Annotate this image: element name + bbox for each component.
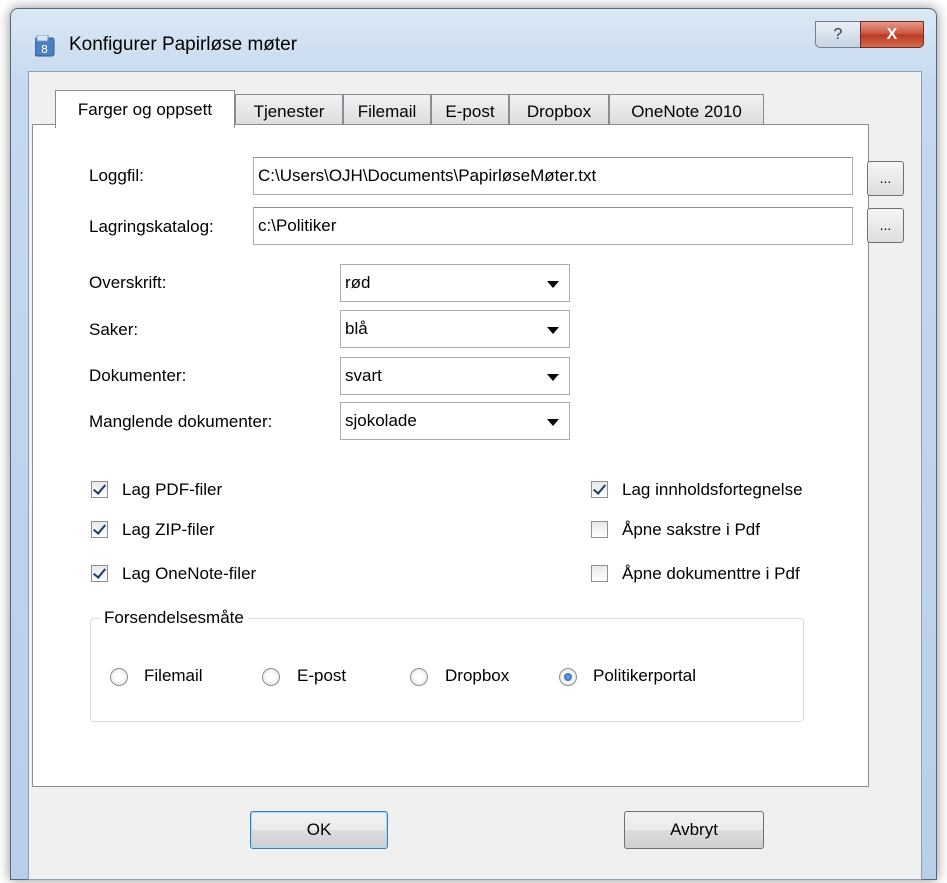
tab-dropbox[interactable]: Dropbox bbox=[509, 94, 609, 128]
missing-docs-color-select[interactable]: sjokolade bbox=[340, 402, 570, 440]
shipping-label-dropbox: Dropbox bbox=[445, 666, 510, 685]
open-case-tree-label: Åpne sakstre i Pdf bbox=[622, 520, 760, 539]
shipping-radio-politikerportal[interactable] bbox=[559, 668, 577, 686]
title-bar[interactable]: 8 Konfigurer Papirløse møter ? X bbox=[11, 9, 936, 71]
shipping-label-politikerportal: Politikerportal bbox=[593, 666, 696, 685]
storage-input[interactable]: c:\Politiker bbox=[253, 207, 853, 245]
heading-color-value: rød bbox=[345, 273, 371, 292]
documents-color-select[interactable]: svart bbox=[340, 357, 570, 395]
open-doc-tree-checkbox[interactable] bbox=[591, 565, 608, 582]
storage-browse-button[interactable]: ... bbox=[867, 208, 904, 243]
tab-tjenester[interactable]: Tjenester bbox=[235, 94, 343, 128]
toc-checkbox[interactable] bbox=[591, 481, 608, 498]
logfile-input[interactable]: C:\Users\OJH\Documents\PapirløseMøter.tx… bbox=[253, 157, 853, 195]
chevron-down-icon bbox=[547, 374, 559, 381]
open-doc-tree-label: Åpne dokumenttre i Pdf bbox=[622, 564, 800, 583]
zip-files-label: Lag ZIP-filer bbox=[122, 520, 215, 539]
shipping-radio-filemail[interactable] bbox=[110, 668, 128, 686]
cancel-button[interactable]: Avbryt bbox=[624, 811, 764, 849]
zip-files-checkbox[interactable] bbox=[91, 521, 108, 538]
storage-label: Lagringskatalog: bbox=[89, 217, 214, 236]
app-icon: 8 bbox=[35, 35, 55, 57]
onenote-files-label: Lag OneNote-filer bbox=[122, 564, 257, 583]
ok-button[interactable]: OK bbox=[250, 811, 388, 849]
svg-text:8: 8 bbox=[41, 43, 48, 56]
heading-color-select[interactable]: rød bbox=[340, 264, 570, 302]
tab-filemail[interactable]: Filemail bbox=[343, 94, 431, 128]
shipping-label-e-post: E-post bbox=[297, 666, 347, 685]
missing-docs-color-label: Manglende dokumenter: bbox=[89, 412, 273, 431]
tab-farger-og-oppsett[interactable]: Farger og oppsett bbox=[55, 90, 235, 128]
documents-color-label: Dokumenter: bbox=[89, 366, 187, 385]
tab-onenote-2010[interactable]: OneNote 2010 bbox=[609, 94, 764, 128]
shipping-label-filemail: Filemail bbox=[144, 666, 203, 685]
missing-docs-color-value: sjokolade bbox=[345, 411, 417, 430]
close-button[interactable]: X bbox=[860, 21, 924, 48]
logfile-label: Loggfil: bbox=[89, 166, 144, 185]
logfile-browse-button[interactable]: ... bbox=[867, 161, 904, 196]
shipping-radio-e-post[interactable] bbox=[262, 668, 280, 686]
chevron-down-icon bbox=[547, 419, 559, 426]
shipping-radio-dropbox[interactable] bbox=[410, 668, 428, 686]
pdf-files-label: Lag PDF-filer bbox=[122, 480, 223, 499]
window-title: Konfigurer Papirløse møter bbox=[69, 34, 298, 55]
help-button[interactable]: ? bbox=[815, 21, 861, 48]
cases-color-value: blå bbox=[345, 319, 368, 338]
toc-label: Lag innholdsfortegnelse bbox=[622, 480, 803, 499]
heading-color-label: Overskrift: bbox=[89, 273, 167, 292]
tab-e-post[interactable]: E-post bbox=[431, 94, 509, 128]
cases-color-select[interactable]: blå bbox=[340, 310, 570, 348]
onenote-files-checkbox[interactable] bbox=[91, 565, 108, 582]
documents-color-value: svart bbox=[345, 366, 382, 385]
pdf-files-checkbox[interactable] bbox=[91, 481, 108, 498]
cases-color-label: Saker: bbox=[89, 320, 139, 339]
chevron-down-icon bbox=[547, 327, 559, 334]
open-case-tree-checkbox[interactable] bbox=[591, 521, 608, 538]
shipping-method-legend: Forsendelsesmåte bbox=[100, 608, 248, 628]
chevron-down-icon bbox=[547, 281, 559, 288]
